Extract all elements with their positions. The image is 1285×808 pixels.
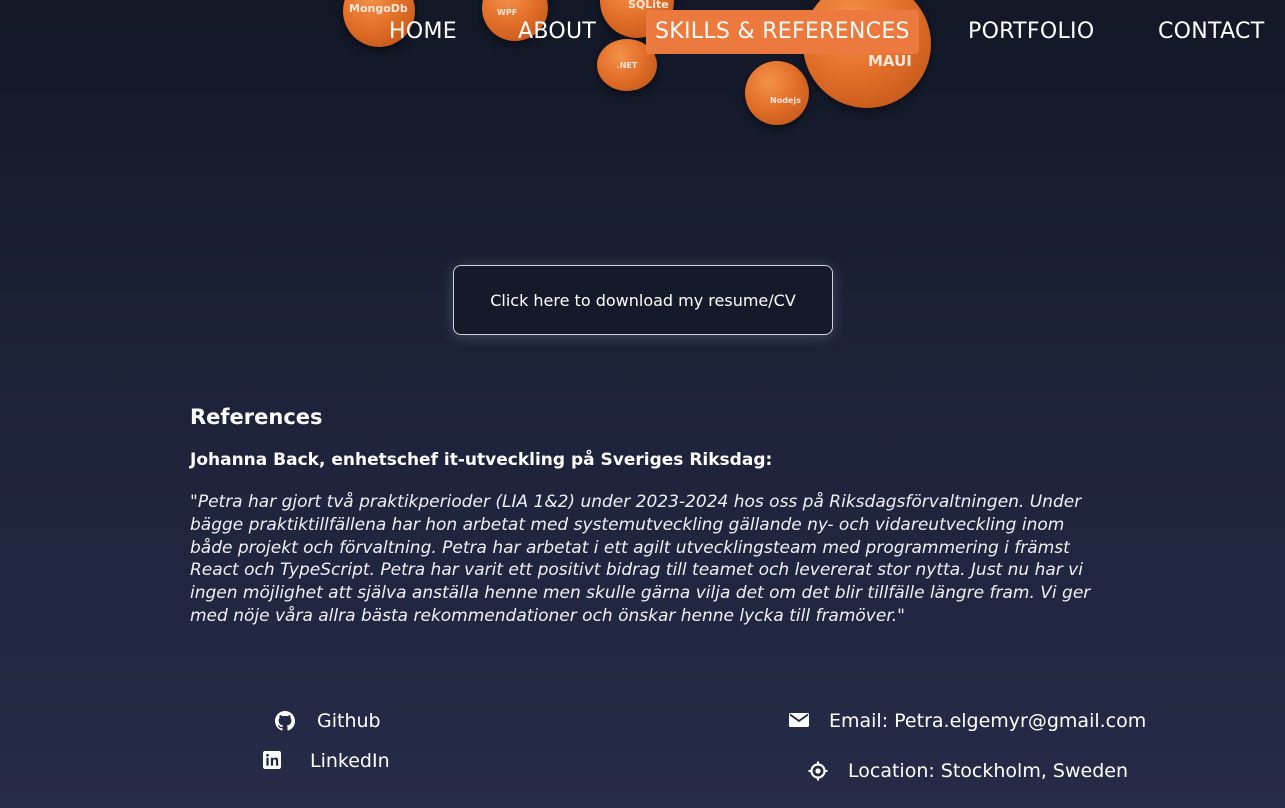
reference-quote: "Petra har gjort två praktikperioder (LI… bbox=[190, 492, 1091, 626]
reference-author: Johanna Back, enhetschef it-utveckling p… bbox=[190, 450, 773, 470]
nav-item-about[interactable]: ABOUT bbox=[518, 10, 596, 54]
github-link[interactable]: Github bbox=[275, 710, 381, 732]
nav-item-skills-references[interactable]: SKILLS & REFERENCES bbox=[646, 10, 919, 54]
github-icon bbox=[275, 711, 295, 731]
nav-item-portfolio[interactable]: PORTFOLIO bbox=[968, 10, 1094, 54]
email-label: Email: Petra.elgemyr@gmail.com bbox=[829, 710, 1147, 732]
location-info: Location: Stockholm, Sweden bbox=[808, 760, 1128, 782]
email-link[interactable]: Email: Petra.elgemyr@gmail.com bbox=[789, 710, 1146, 732]
location-label: Location: Stockholm, Sweden bbox=[848, 760, 1128, 782]
envelope-icon bbox=[789, 711, 809, 731]
skill-bubble-label: Nodejs bbox=[770, 96, 801, 105]
nav-item-home[interactable]: HOME bbox=[389, 10, 457, 54]
linkedin-icon bbox=[263, 751, 283, 771]
linkedin-link[interactable]: LinkedIn bbox=[263, 750, 390, 772]
linkedin-label: LinkedIn bbox=[310, 750, 390, 772]
location-icon bbox=[808, 761, 828, 781]
nav-item-contact[interactable]: CONTACT bbox=[1158, 10, 1264, 54]
main-nav: HOME ABOUT SKILLS & REFERENCES PORTFOLIO… bbox=[380, 10, 1285, 55]
download-resume-button[interactable]: Click here to download my resume/CV bbox=[453, 265, 833, 335]
skill-bubble-nodejs: Nodejs bbox=[745, 61, 809, 125]
github-label: Github bbox=[317, 710, 381, 732]
references-title: References bbox=[190, 405, 323, 429]
skill-bubble-label: .NET bbox=[616, 60, 638, 70]
